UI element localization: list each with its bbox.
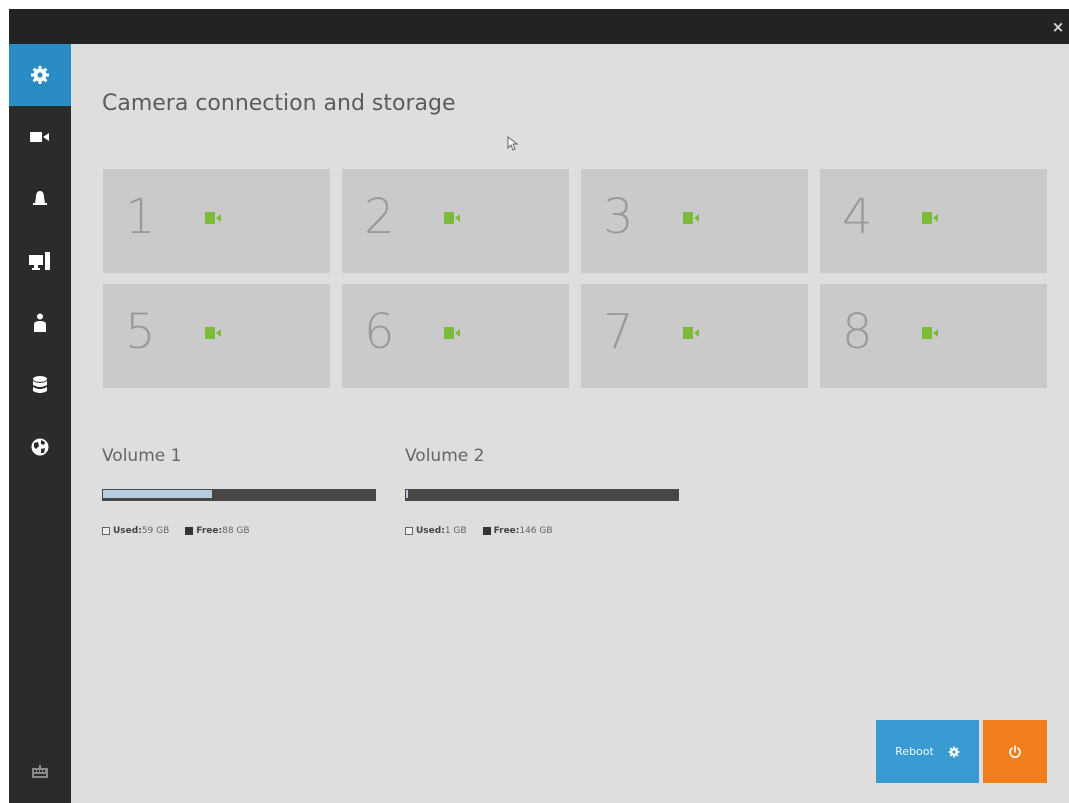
camera-number: 4 [842,189,873,245]
sidebar [9,44,71,803]
camera-number: 3 [603,189,634,245]
used-swatch [102,527,110,535]
sidebar-item-events[interactable] [9,168,71,230]
volume-1-legend: Used: 59 GB Free: 88 GB [102,526,250,536]
gear-icon [31,66,49,84]
used-label: Used: [113,526,142,536]
sidebar-item-keyboard[interactable] [9,741,71,803]
gear-icon [948,746,960,757]
main-panel: Camera connection and storage 1 2 3 4 5 … [71,44,1069,803]
window-titlebar: × [9,9,1069,44]
free-value: 146 GB [519,526,553,536]
close-icon: × [1051,17,1065,36]
sidebar-item-camera[interactable] [9,106,71,168]
camera-tile-5[interactable]: 5 [103,284,330,388]
camera-tile-1[interactable]: 1 [103,169,330,273]
bell-icon [33,191,47,205]
camera-number: 5 [125,304,156,360]
camera-tile-3[interactable]: 3 [581,169,808,273]
volume-2-label: Volume 2 [405,446,485,466]
sidebar-item-settings[interactable] [9,44,71,106]
camera-tile-8[interactable]: 8 [820,284,1047,388]
sidebar-item-storage[interactable] [9,354,71,416]
used-value: 59 GB [141,526,170,536]
user-icon [34,313,46,332]
free-label: Free: [196,526,223,536]
free-label: Free: [493,526,520,536]
power-button[interactable] [983,720,1047,783]
close-button[interactable]: × [1047,9,1069,44]
camera-number: 6 [364,304,395,360]
keyboard-icon [32,765,48,778]
camera-tile-2[interactable]: 2 [342,169,569,273]
volume-1-used-fill [103,490,212,498]
camera-number: 8 [842,304,873,360]
volume-2-used-fill [406,490,408,498]
volume-2-legend: Used: 1 GB Free: 146 GB [405,526,553,536]
free-swatch [185,527,194,535]
sidebar-item-network[interactable] [9,416,71,478]
camera-number: 2 [364,189,395,245]
camera-connected-icon [205,212,221,224]
camera-connected-icon [444,327,460,339]
volume-1-usage-bar [102,489,376,501]
camera-number: 7 [603,304,634,360]
sidebar-item-users[interactable] [9,292,71,354]
reboot-button[interactable]: Reboot [876,720,979,783]
free-swatch [482,527,491,535]
camera-tile-6[interactable]: 6 [342,284,569,388]
volume-1-label: Volume 1 [102,446,182,466]
camera-connected-icon [922,212,938,224]
camera-connected-icon [683,327,699,339]
monitor-icon [29,252,50,270]
camera-connected-icon [205,327,221,339]
camera-connected-icon [683,212,699,224]
camera-tile-7[interactable]: 7 [581,284,808,388]
camera-tile-4[interactable]: 4 [820,169,1047,273]
camera-connected-icon [922,327,938,339]
sidebar-item-display[interactable] [9,230,71,292]
video-camera-icon [30,132,49,142]
used-label: Used: [416,526,445,536]
mouse-cursor-icon [507,136,519,151]
camera-connected-icon [444,212,460,224]
globe-icon [31,438,49,456]
camera-number: 1 [125,189,156,245]
reboot-label: Reboot [895,745,934,758]
volume-2-usage-bar [405,489,679,501]
used-value: 1 GB [444,526,467,536]
page-title: Camera connection and storage [102,91,456,116]
power-icon [1009,744,1021,758]
database-icon [33,376,47,393]
used-swatch [405,527,413,535]
free-value: 88 GB [222,526,250,536]
